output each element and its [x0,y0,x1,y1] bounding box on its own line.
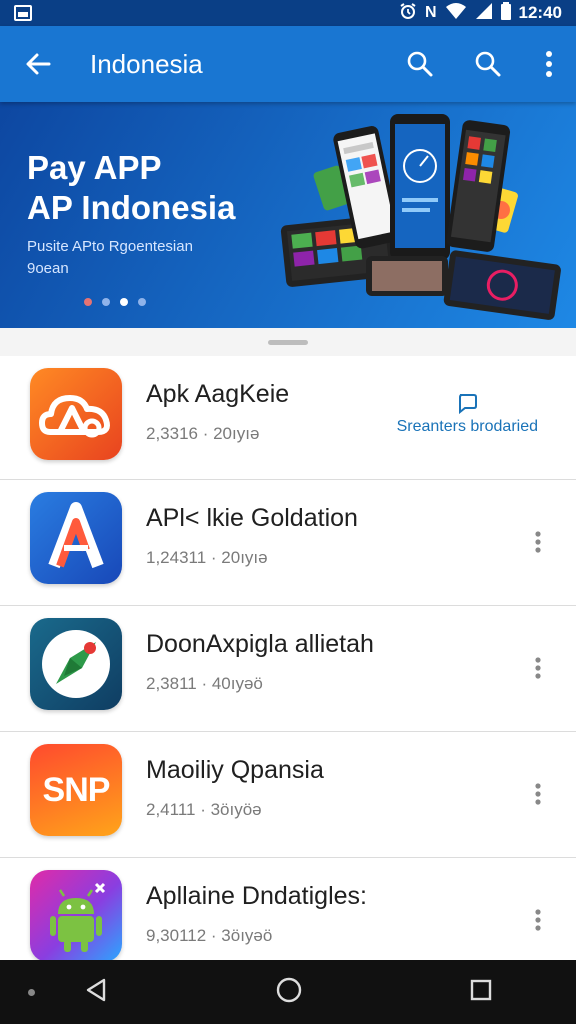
nav-indicator-dot [28,989,35,996]
carousel-dot[interactable] [102,298,110,306]
back-arrow-icon [26,53,51,75]
back-triangle-icon [86,978,106,1001]
app-meta: 1,24311 · 20ıyıə [146,548,268,567]
chat-bubble-icon [459,394,478,414]
app-name: Maoiliy Qpansia [146,756,324,784]
nfc-icon: N [424,4,437,21]
app-name: Apllaine Dndatigles: [146,882,367,910]
app-icon [30,492,122,584]
phones-illustration [280,114,561,320]
more-vert-icon [535,909,541,931]
alarm-icon [399,2,417,25]
snp-logo-text: SNP [42,770,111,809]
overflow-menu-button[interactable] [522,26,576,102]
banner-title-line2: AP Indonesia [27,189,236,226]
more-vert-icon [546,51,552,77]
carousel-dot[interactable] [138,298,146,306]
back-button[interactable] [0,26,76,102]
list-item[interactable]: SNP Maoiliy Qpansia 2,4111 · 3öıyöə [0,732,576,858]
app-list: Apk AagKeie 2,3316 · 20ıyıə Sreanters br… [0,356,576,984]
promo-banner[interactable]: Pay APP AP Indonesia Pusite APto Rgoente… [0,102,576,328]
app-icon [30,618,122,710]
letter-a-logo-icon [48,502,104,569]
page-title: Indonesia [90,48,203,79]
app-action-link[interactable]: Sreanters brodaried [397,392,538,436]
status-bar: N 12:40 [0,0,576,26]
more-vert-icon [535,783,541,805]
recents-square-icon [470,979,492,1000]
search-button[interactable] [386,26,454,102]
banner-title: Pay APP AP Indonesia [27,148,235,228]
notification-icon [14,5,32,21]
nav-back-button[interactable] [83,977,109,1008]
carousel-indicator[interactable] [84,298,146,306]
banner-title-line1: Pay APP [27,149,162,186]
carousel-dot-active[interactable] [120,298,128,306]
action-label: Sreanters brodaried [396,418,538,435]
android-robot-icon [50,882,106,952]
app-meta: 2,4111 · 3öıyöə [146,800,262,819]
clock: 12:40 [518,3,562,22]
drag-handle[interactable] [268,339,308,345]
more-vert-icon [535,531,541,553]
app-meta: 2,3316 · 20ıyıə [146,424,260,443]
banner-subtitle: Pusite APto Rgoentesian 9oean [27,238,193,277]
nav-recents-button[interactable] [469,978,493,1007]
app-icon: SNP [30,744,122,836]
app-meta: 9,30112 · 3öıyəö [146,926,273,945]
list-item[interactable]: Apk AagKeie 2,3316 · 20ıyıə Sreanters br… [0,356,576,480]
app-name: Apk AagKeie [146,380,290,408]
app-icon [30,368,122,460]
wifi-icon [445,2,467,25]
search-icon [407,51,433,77]
sheet-header [0,328,576,356]
item-overflow-button[interactable] [518,894,558,946]
app-meta: 2,3811 · 40ıyəö [146,674,263,693]
search-icon [475,51,501,77]
battery-icon [500,1,511,25]
system-nav-bar [0,960,576,1024]
item-overflow-button[interactable] [518,642,558,694]
app-name: APl< lkie Goldation [146,504,358,532]
list-item[interactable]: DoonAxpigla allietah 2,3811 · 40ıyəö [0,606,576,732]
app-name: DoonAxpigla allietah [146,630,374,658]
nav-home-button[interactable] [275,976,303,1009]
app-bar: Indonesia [0,26,576,102]
more-vert-icon [535,657,541,679]
carousel-dot[interactable] [84,298,92,306]
item-overflow-button[interactable] [518,768,558,820]
cloud-a-logo-icon [39,395,110,438]
item-overflow-button[interactable] [518,516,558,568]
signal-icon [475,2,493,25]
home-circle-icon [276,977,302,1002]
app-icon [30,870,122,962]
search-button-secondary[interactable] [454,26,522,102]
list-item[interactable]: APl< lkie Goldation 1,24311 · 20ıyıə [0,480,576,606]
rocket-logo-icon [42,630,110,698]
